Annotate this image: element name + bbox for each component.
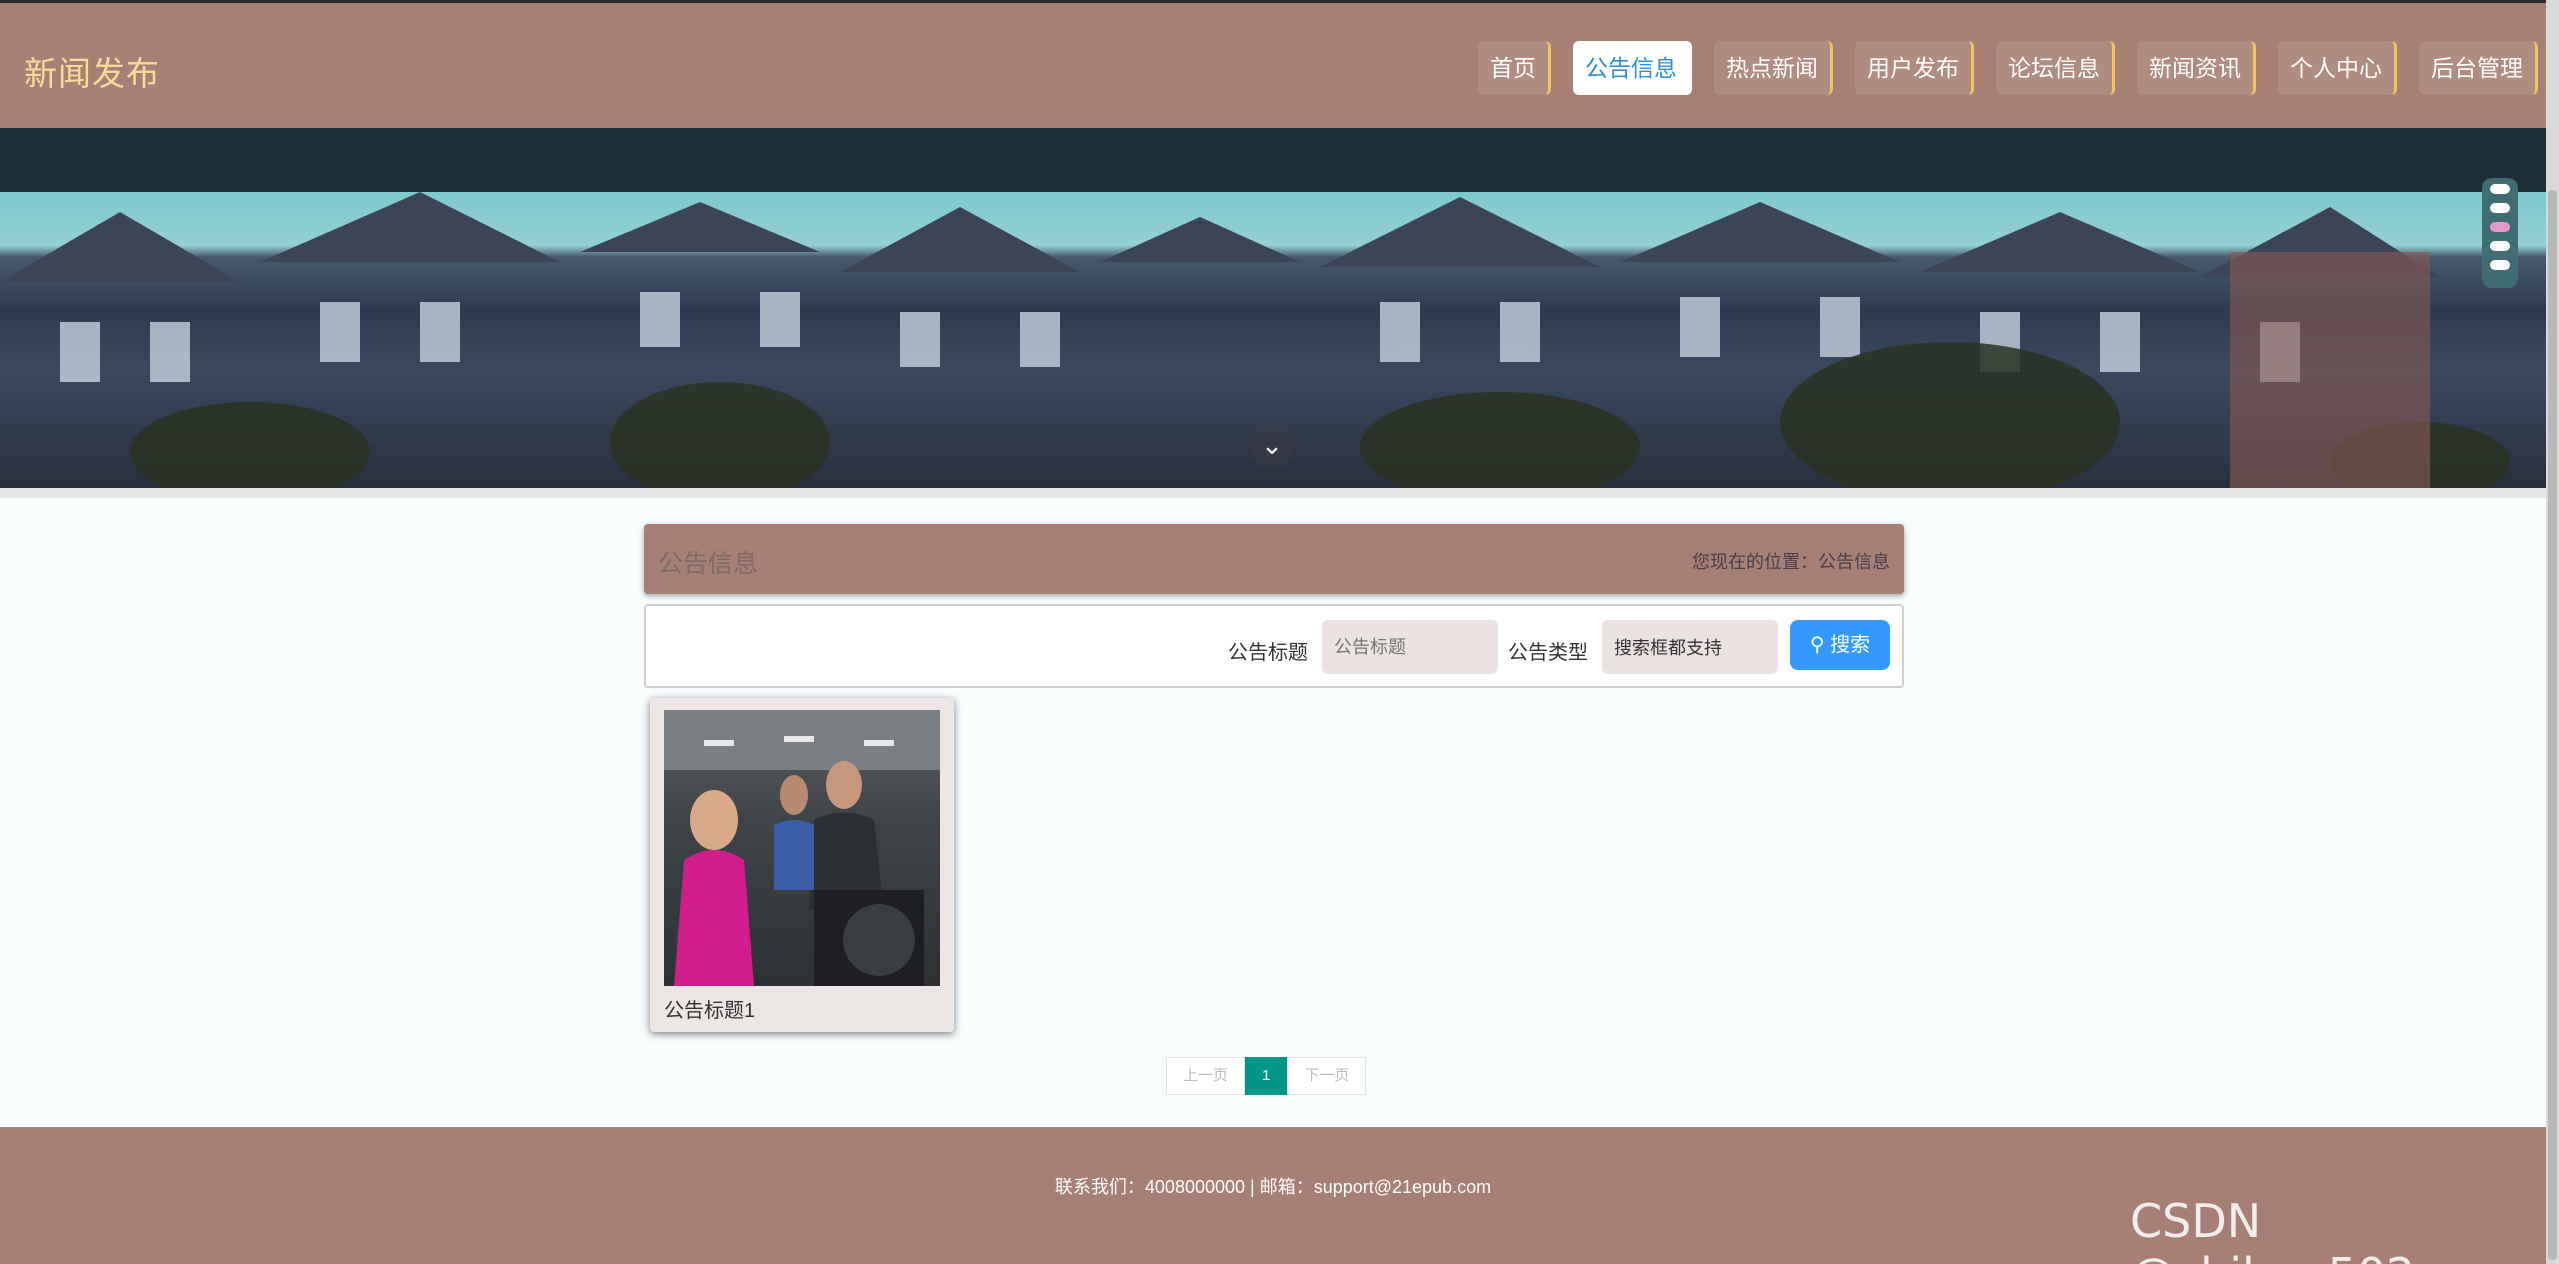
nav-profile[interactable]: 个人中心 xyxy=(2278,41,2397,95)
title-search-input[interactable] xyxy=(1322,620,1498,674)
card-title: 公告标题1 xyxy=(664,1000,756,1022)
prev-page-button[interactable]: 上一页 xyxy=(1166,1057,1246,1095)
nav-admin[interactable]: 后台管理 xyxy=(2419,41,2538,95)
type-search-input[interactable] xyxy=(1602,620,1778,674)
search-button[interactable]: ⚲ 搜索 xyxy=(1790,620,1890,670)
next-page-button[interactable]: 下一页 xyxy=(1287,1057,1367,1095)
section-header: 公告信息 您现在的位置：公告信息 xyxy=(644,524,1904,594)
card-image xyxy=(664,710,940,986)
search-bar: 公告标题 公告类型 ⚲ 搜索 xyxy=(644,604,1904,688)
carousel-dot[interactable] xyxy=(2490,241,2510,251)
nav-announcements[interactable]: 公告信息 xyxy=(1573,41,1692,95)
carousel-dot[interactable] xyxy=(2490,203,2510,213)
nav-hot-news[interactable]: 热点新闻 xyxy=(1714,41,1833,95)
main-nav: 首页 公告信息 热点新闻 用户发布 论坛信息 新闻资讯 个人中心 后台管理 xyxy=(1478,41,2538,95)
announcement-card[interactable]: 公告标题1 xyxy=(650,698,954,1032)
breadcrumb: 您现在的位置：公告信息 xyxy=(1692,552,1890,572)
nav-home[interactable]: 首页 xyxy=(1478,41,1551,95)
chevron-down-icon[interactable]: ⌄ xyxy=(1250,424,1294,468)
section-title: 公告信息 xyxy=(658,550,759,578)
site-title: 新闻发布 xyxy=(24,55,160,92)
nav-user-posts[interactable]: 用户发布 xyxy=(1855,41,1974,95)
search-button-label: 搜索 xyxy=(1830,634,1871,656)
nav-news-info[interactable]: 新闻资讯 xyxy=(2137,41,2256,95)
search-icon: ⚲ xyxy=(1809,634,1825,656)
nav-forum[interactable]: 论坛信息 xyxy=(1996,41,2115,95)
carousel-indicators xyxy=(2482,178,2518,288)
carousel-dot-active[interactable] xyxy=(2490,222,2510,232)
scrollbar-thumb[interactable] xyxy=(2548,190,2557,1260)
carousel-dot[interactable] xyxy=(2490,260,2510,270)
title-label: 公告标题 xyxy=(1228,642,1308,664)
banner-carousel[interactable]: ⌄ xyxy=(0,192,2546,488)
pagination: 上一页 1 下一页 xyxy=(1166,1057,1367,1095)
watermark: CSDN @zhihao502 xyxy=(2130,1194,2415,1264)
banner-top-strip xyxy=(0,128,2546,192)
banner-divider xyxy=(0,488,2546,498)
type-label: 公告类型 xyxy=(1508,642,1588,664)
page-1-button[interactable]: 1 xyxy=(1245,1057,1288,1095)
carousel-dot[interactable] xyxy=(2490,184,2510,194)
top-header: 新闻发布 首页 公告信息 热点新闻 用户发布 论坛信息 新闻资讯 个人中心 后台… xyxy=(0,0,2546,128)
page: 新闻发布 首页 公告信息 热点新闻 用户发布 论坛信息 新闻资讯 个人中心 后台… xyxy=(0,0,2546,1264)
